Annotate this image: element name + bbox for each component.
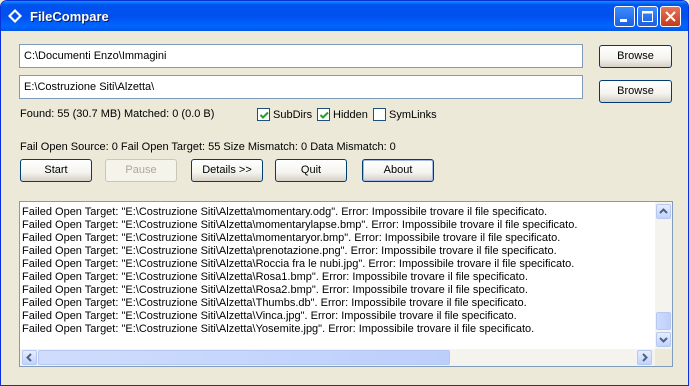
vertical-scroll-thumb[interactable] [656, 312, 671, 330]
horizontal-scrollbar[interactable] [20, 349, 655, 366]
log-textarea[interactable]: Failed Open Target: "E:\Costruzione Siti… [19, 201, 673, 367]
scrollbar-corner [655, 349, 672, 366]
target-path-input[interactable]: E:\Costruzione Siti\Alzetta\ [19, 75, 583, 99]
checkmark-icon [319, 111, 329, 119]
subdirs-checkbox[interactable] [257, 108, 270, 121]
log-line: Failed Open Target: "E:\Costruzione Siti… [22, 323, 535, 335]
details-button[interactable]: Details >> [191, 159, 263, 182]
hidden-label: Hidden [333, 109, 368, 121]
hidden-checkbox[interactable] [317, 108, 330, 121]
scroll-up-button[interactable] [656, 204, 671, 219]
log-line: Failed Open Target: "E:\Costruzione Siti… [22, 206, 548, 218]
start-button[interactable]: Start [20, 159, 92, 182]
subdirs-label: SubDirs [273, 109, 313, 121]
maximize-button[interactable] [637, 6, 658, 27]
maximize-icon [642, 11, 653, 22]
browse-target-button[interactable]: Browse [599, 80, 672, 103]
window-title: FileCompare [30, 9, 109, 24]
horizontal-scroll-thumb[interactable] [38, 350, 450, 365]
found-matched-status: Found: 55 (30.7 MB) Matched: 0 (0.0 B) [20, 108, 215, 120]
browse-source-button[interactable]: Browse [599, 45, 672, 68]
close-button[interactable] [660, 6, 681, 27]
log-line: Failed Open Target: "E:\Costruzione Siti… [22, 310, 517, 322]
checkmark-icon [259, 111, 269, 119]
error-counts-status: Fail Open Source: 0 Fail Open Target: 55… [20, 141, 396, 153]
log-line: Failed Open Target: "E:\Costruzione Siti… [22, 219, 578, 231]
symlinks-label: SymLinks [389, 109, 437, 121]
symlinks-checkbox[interactable] [373, 108, 386, 121]
log-line: Failed Open Target: "E:\Costruzione Siti… [22, 245, 557, 257]
scroll-right-button[interactable] [637, 350, 652, 365]
vertical-scrollbar[interactable] [655, 202, 672, 349]
app-window: FileCompare C:\Documenti Enzo\Immagini B… [0, 0, 689, 386]
title-bar[interactable]: FileCompare [1, 1, 688, 31]
chevron-left-icon [26, 353, 32, 362]
pause-button[interactable]: Pause [105, 159, 177, 182]
log-line: Failed Open Target: "E:\Costruzione Siti… [22, 297, 527, 309]
scroll-down-button[interactable] [656, 332, 671, 347]
log-line: Failed Open Target: "E:\Costruzione Siti… [22, 271, 528, 283]
scroll-left-button[interactable] [22, 350, 37, 365]
close-icon [665, 11, 676, 22]
source-path-input[interactable]: C:\Documenti Enzo\Immagini [19, 44, 583, 68]
minimize-icon [620, 19, 627, 22]
chevron-up-icon [659, 208, 668, 214]
chevron-right-icon [642, 353, 648, 362]
app-diamond-icon [8, 9, 22, 23]
quit-button[interactable]: Quit [275, 159, 347, 182]
log-line: Failed Open Target: "E:\Costruzione Siti… [22, 258, 575, 270]
log-line: Failed Open Target: "E:\Costruzione Siti… [22, 284, 528, 296]
log-line: Failed Open Target: "E:\Costruzione Siti… [22, 232, 561, 244]
about-button[interactable]: About [362, 159, 434, 182]
chevron-down-icon [659, 337, 668, 343]
minimize-button[interactable] [614, 6, 635, 27]
